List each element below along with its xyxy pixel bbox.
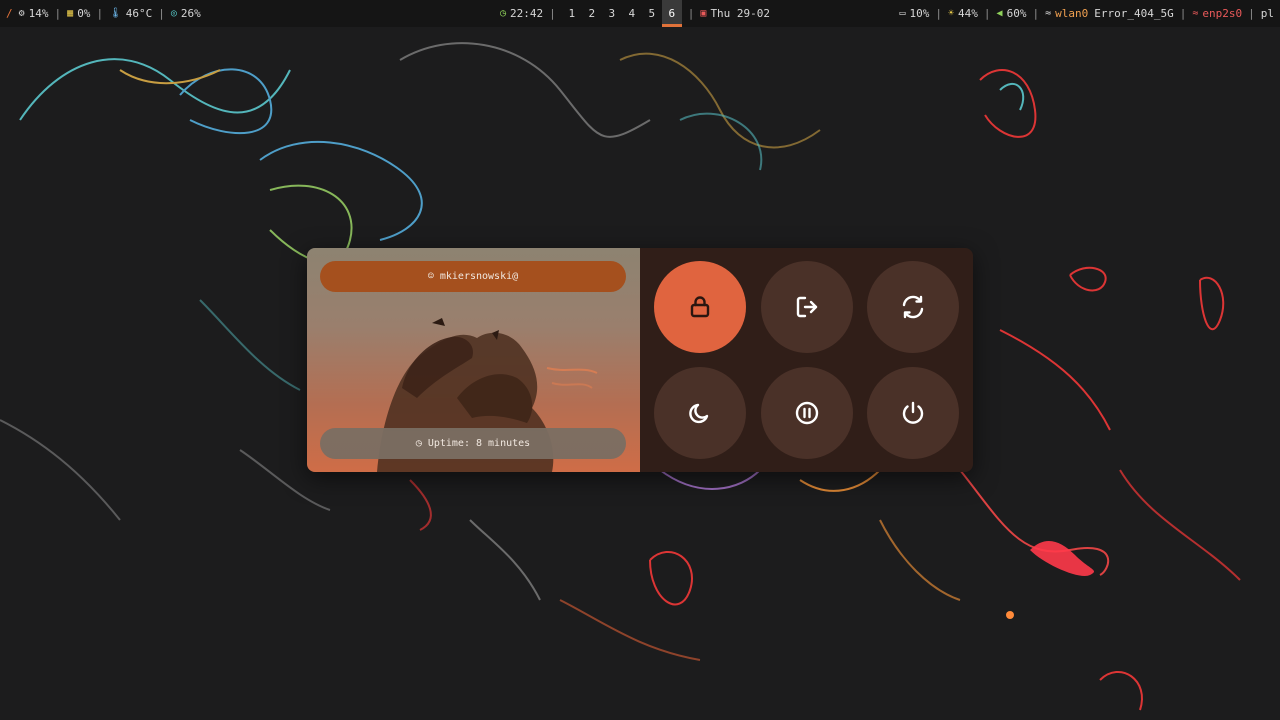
username: mkiersnowski@ bbox=[439, 271, 519, 282]
moon-icon bbox=[689, 403, 709, 424]
battery-icon: ▭ bbox=[899, 7, 906, 19]
menu-actions-panel bbox=[640, 248, 973, 472]
wlan-interface[interactable]: wlan0 bbox=[1055, 0, 1088, 28]
clock[interactable]: 22:42 bbox=[510, 0, 543, 28]
reboot-button[interactable] bbox=[867, 261, 959, 353]
workspace-4[interactable]: 4 bbox=[622, 0, 642, 27]
lock-button[interactable] bbox=[654, 261, 746, 353]
wifi-icon: ≈ bbox=[1045, 7, 1052, 19]
brightness-icon: ☀ bbox=[948, 7, 955, 19]
menu-info-panel: ☺ mkiersnowski@ ◷ Uptime: 8 minutes bbox=[307, 248, 640, 472]
power-menu: ☺ mkiersnowski@ ◷ Uptime: 8 minutes bbox=[307, 248, 973, 472]
status-bar: / ⚙ 14% | ▦ 0% | 🌡︎ 46°C | ◎ 26% ◷ 22:42… bbox=[0, 0, 1280, 27]
bar-left-section: / ⚙ 14% | ▦ 0% | 🌡︎ 46°C | ◎ 26% bbox=[6, 0, 201, 27]
disk-icon: ◎ bbox=[170, 7, 177, 19]
thermometer-icon: 🌡︎ bbox=[109, 7, 122, 19]
power-icon bbox=[902, 401, 924, 424]
date[interactable]: Thu 29-02 bbox=[710, 0, 770, 28]
volume-level[interactable]: 60% bbox=[1007, 0, 1027, 28]
ethernet-interface[interactable]: enp2s0 bbox=[1202, 0, 1242, 28]
username-pill: ☺ mkiersnowski@ bbox=[320, 261, 626, 292]
disk-usage: 26% bbox=[180, 6, 201, 20]
cpu-icon: ⚙ bbox=[18, 7, 25, 19]
lock-icon bbox=[690, 296, 710, 318]
bar-right-section: ▭ 10% | ☀ 44% | ◀ 60% | ≈ wlan0 Error_40… bbox=[899, 0, 1274, 27]
uptime-text: Uptime: 8 minutes bbox=[427, 438, 531, 449]
suspend-button[interactable] bbox=[761, 367, 853, 459]
uptime-pill: ◷ Uptime: 8 minutes bbox=[320, 428, 626, 459]
keyboard-layout[interactable]: pl bbox=[1261, 0, 1274, 28]
workspace-2[interactable]: 2 bbox=[582, 0, 602, 27]
memory-icon: ▦ bbox=[67, 7, 74, 19]
workspace-1[interactable]: 1 bbox=[562, 0, 582, 27]
calendar-icon: ▣ bbox=[700, 7, 707, 19]
workspace-5[interactable]: 5 bbox=[642, 0, 662, 27]
wlan-ssid[interactable]: Error_404_5G bbox=[1094, 0, 1173, 28]
sleep-button[interactable] bbox=[654, 367, 746, 459]
temperature: 46°C bbox=[125, 6, 153, 20]
workspace-6[interactable]: 6 bbox=[661, 0, 682, 27]
pause-icon bbox=[795, 401, 819, 425]
bar-center-section: ◷ 22:42 | 1 2 3 4 5 6 | ▣ Thu 29-02 bbox=[500, 0, 770, 27]
reboot-icon bbox=[902, 295, 924, 319]
clock-icon: ◷ bbox=[415, 438, 422, 449]
battery-level: 10% bbox=[909, 6, 930, 20]
shutdown-button[interactable] bbox=[867, 367, 959, 459]
clock-icon: ◷ bbox=[500, 7, 507, 19]
bar-marker: / bbox=[6, 6, 13, 20]
brightness-level[interactable]: 44% bbox=[958, 0, 978, 28]
ethernet-icon: ≈ bbox=[1192, 7, 1199, 19]
user-icon: ☺ bbox=[427, 271, 434, 282]
memory-usage: 0% bbox=[77, 6, 91, 20]
workspace-3[interactable]: 3 bbox=[602, 0, 622, 27]
logout-icon bbox=[796, 296, 818, 318]
volume-icon: ◀ bbox=[996, 7, 1003, 19]
logout-button[interactable] bbox=[761, 261, 853, 353]
cpu-usage: 14% bbox=[28, 6, 49, 20]
